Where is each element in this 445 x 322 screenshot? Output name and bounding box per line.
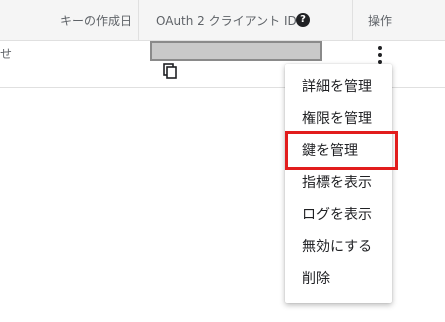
- column-divider: [138, 0, 139, 40]
- client-id-redacted: [150, 41, 322, 61]
- menu-item-view-logs[interactable]: ログを表示: [285, 199, 392, 231]
- help-icon[interactable]: ?: [296, 13, 310, 27]
- table-header: キーの作成日 OAuth 2 クライアント ID ? 操作: [0, 0, 445, 41]
- menu-item-manage-keys[interactable]: 鍵を管理: [285, 135, 392, 167]
- column-divider: [352, 0, 353, 40]
- menu-item-view-metrics[interactable]: 指標を表示: [285, 167, 392, 199]
- menu-item-disable[interactable]: 無効にする: [285, 231, 392, 263]
- header-key-created[interactable]: キーの作成日: [60, 12, 132, 29]
- row-name-cell: せ: [0, 47, 13, 61]
- more-vert-icon[interactable]: [370, 45, 390, 65]
- copy-icon[interactable]: [162, 63, 178, 79]
- header-actions: 操作: [368, 14, 393, 28]
- menu-item-manage-details[interactable]: 詳細を管理: [285, 71, 392, 103]
- actions-menu: 詳細を管理 権限を管理 鍵を管理 指標を表示 ログを表示 無効にする 削除: [285, 64, 392, 303]
- header-client-id[interactable]: OAuth 2 クライアント ID: [156, 12, 297, 29]
- menu-item-delete[interactable]: 削除: [285, 263, 392, 295]
- menu-item-manage-permissions[interactable]: 権限を管理: [285, 103, 392, 135]
